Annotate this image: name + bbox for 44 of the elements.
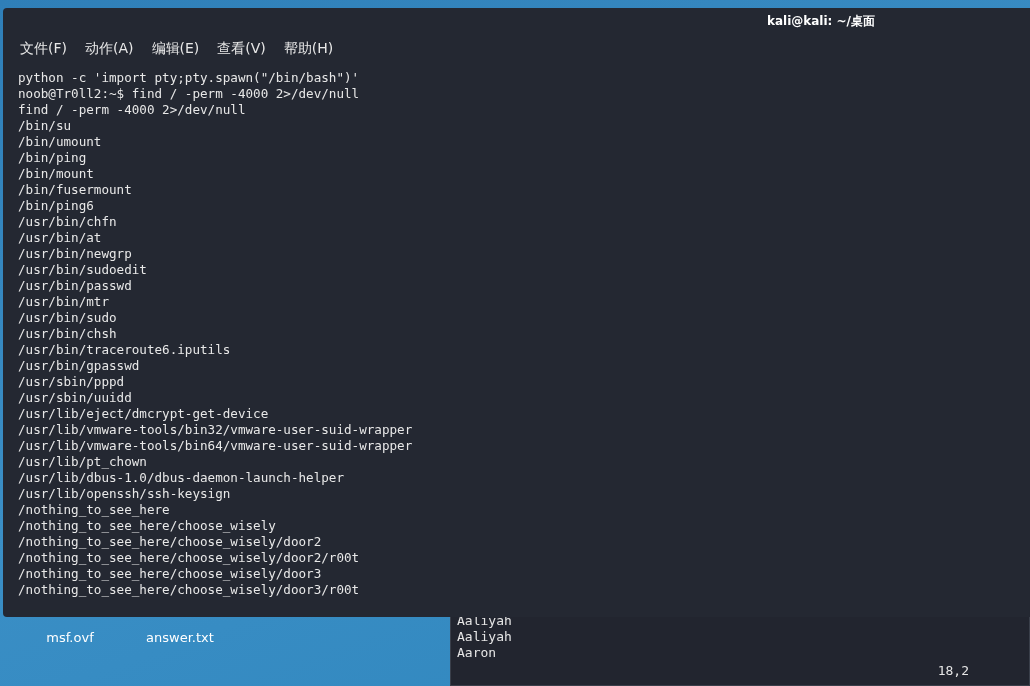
terminal-line: /bin/su — [18, 118, 73, 134]
terminal-line: /usr/bin/newgrp — [18, 246, 133, 262]
terminal-line: python -c 'import pty;pty.spawn("/bin/bash")' — [18, 70, 361, 86]
terminal-line: /usr/lib/vmware-tools/bin64/vmware-user-suid-wrapper — [18, 438, 414, 454]
terminal-line: /usr/sbin/uuidd — [18, 390, 133, 406]
terminal-line: /bin/umount — [18, 134, 103, 150]
terminal-line: /usr/bin/mtr — [18, 294, 110, 310]
menu-item[interactable]: 文件(F) — [20, 40, 67, 58]
terminal-line: /usr/lib/openssh/ssh-keysign — [18, 486, 232, 502]
terminal-line: /nothing_to_see_here/choose_wisely — [18, 518, 277, 534]
terminal-line: /usr/bin/chfn — [18, 214, 118, 230]
desktop-icon-label[interactable]: answer.txt — [146, 630, 214, 645]
terminal-line: /bin/fusermount — [18, 182, 133, 198]
menu-item[interactable]: 编辑(E) — [151, 40, 200, 58]
terminal-line: /usr/bin/traceroute6.iputils — [18, 342, 232, 358]
menu-item[interactable]: 帮助(H) — [283, 40, 334, 58]
terminal-line: Aaron — [457, 645, 498, 661]
terminal-line: /usr/lib/dbus-1.0/dbus-daemon-launch-helper — [18, 470, 346, 486]
terminal-line: /nothing_to_see_here/choose_wisely/door2/r00t — [18, 550, 361, 566]
menu-item[interactable]: 动作(A) — [85, 40, 134, 58]
terminal-line: /nothing_to_see_here/choose_wisely/door3/r00t — [18, 582, 361, 598]
terminal-line: /usr/bin/sudoedit — [18, 262, 148, 278]
terminal-line: find / -perm -4000 2>/dev/null — [18, 102, 247, 118]
terminal-line: /usr/sbin/pppd — [18, 374, 126, 390]
terminal-line: /bin/ping6 — [18, 198, 95, 214]
menu-item[interactable]: 查看(V) — [217, 40, 266, 58]
terminal-line: /bin/mount — [18, 166, 95, 182]
terminal-line: /nothing_to_see_here/choose_wisely/door2 — [18, 534, 323, 550]
window-title: kali@kali: ~/桌面 — [766, 12, 875, 30]
terminal-line: /usr/bin/sudo — [18, 310, 118, 326]
terminal-line: Aaliyah — [457, 629, 513, 645]
terminal-line: /nothing_to_see_here — [18, 502, 171, 518]
desktop-icon-label[interactable]: msf.ovf — [46, 630, 94, 645]
terminal-line: /usr/lib/eject/dmcrypt-get-device — [18, 406, 270, 422]
terminal-line: /usr/lib/vmware-tools/bin32/vmware-user-suid-wrapper — [18, 422, 414, 438]
terminal-line: /usr/bin/chsh — [18, 326, 118, 342]
terminal-line: /usr/lib/pt_chown — [18, 454, 148, 470]
terminal-line: /usr/bin/at — [18, 230, 103, 246]
terminal-line: /bin/ping — [18, 150, 88, 166]
terminal-line: noob@Tr0ll2:~$ find / -perm -4000 2>/dev/null — [18, 86, 361, 102]
terminal-line: /nothing_to_see_here/choose_wisely/door3 — [18, 566, 323, 582]
cursor-position: 18,2 — [937, 663, 969, 679]
terminal-line: /usr/bin/gpasswd — [18, 358, 141, 374]
terminal-line: /usr/bin/passwd — [18, 278, 133, 294]
